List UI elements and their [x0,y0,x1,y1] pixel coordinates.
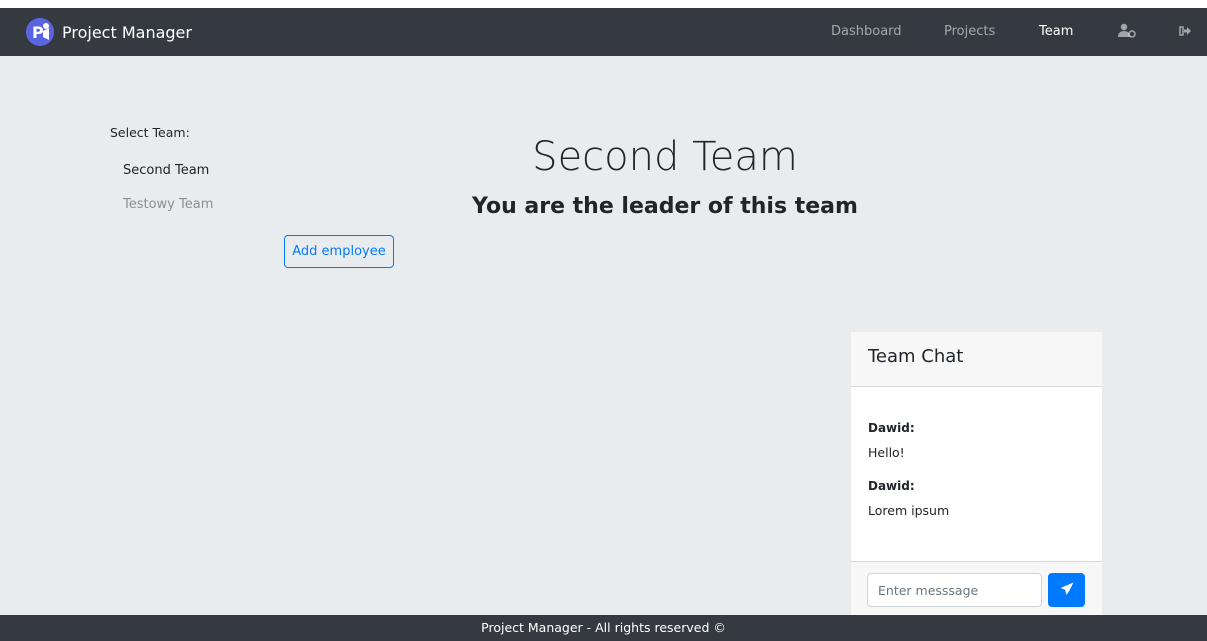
navbar: P Project Manager Dashboard Projects Tea… [0,8,1207,56]
brand[interactable]: P Project Manager [26,18,192,46]
page: P Project Manager Dashboard Projects Tea… [0,8,1207,641]
message-text: Lorem ipsum [868,503,950,518]
chat-footer [851,561,1102,623]
message-text: Hello! [868,445,905,460]
team-item-second[interactable]: Second Team [123,163,209,178]
team-subtitle: You are the leader of this team [472,194,858,219]
paper-plane-icon [1060,582,1074,599]
message-input[interactable] [867,573,1042,607]
app-logo-letter: P [32,23,44,42]
add-employee-button[interactable]: Add employee [284,235,394,268]
brand-name: Project Manager [62,22,192,42]
nav-link-projects[interactable]: Projects [944,24,995,39]
chat-header: Team Chat [851,332,1102,387]
nav-link-dashboard[interactable]: Dashboard [831,24,902,39]
team-item-testowy[interactable]: Testowy Team [123,197,213,212]
send-button[interactable] [1048,573,1085,607]
chat-title: Team Chat [868,346,964,367]
team-title: Second Team [532,134,798,180]
message-author: Dawid: [868,479,915,493]
nav-link-team[interactable]: Team [1039,24,1073,39]
select-team-label: Select Team: [110,125,190,140]
message-author: Dawid: [868,421,915,435]
sign-out-icon[interactable] [1179,23,1191,42]
footer-text: Project Manager - All rights reserved © [481,620,726,635]
footer: Project Manager - All rights reserved © [0,615,1207,641]
user-settings-icon[interactable] [1118,23,1136,43]
team-chat-card: Team Chat Dawid: Hello! Dawid: Lorem ips… [850,331,1103,623]
app-logo-icon: P [26,18,54,46]
